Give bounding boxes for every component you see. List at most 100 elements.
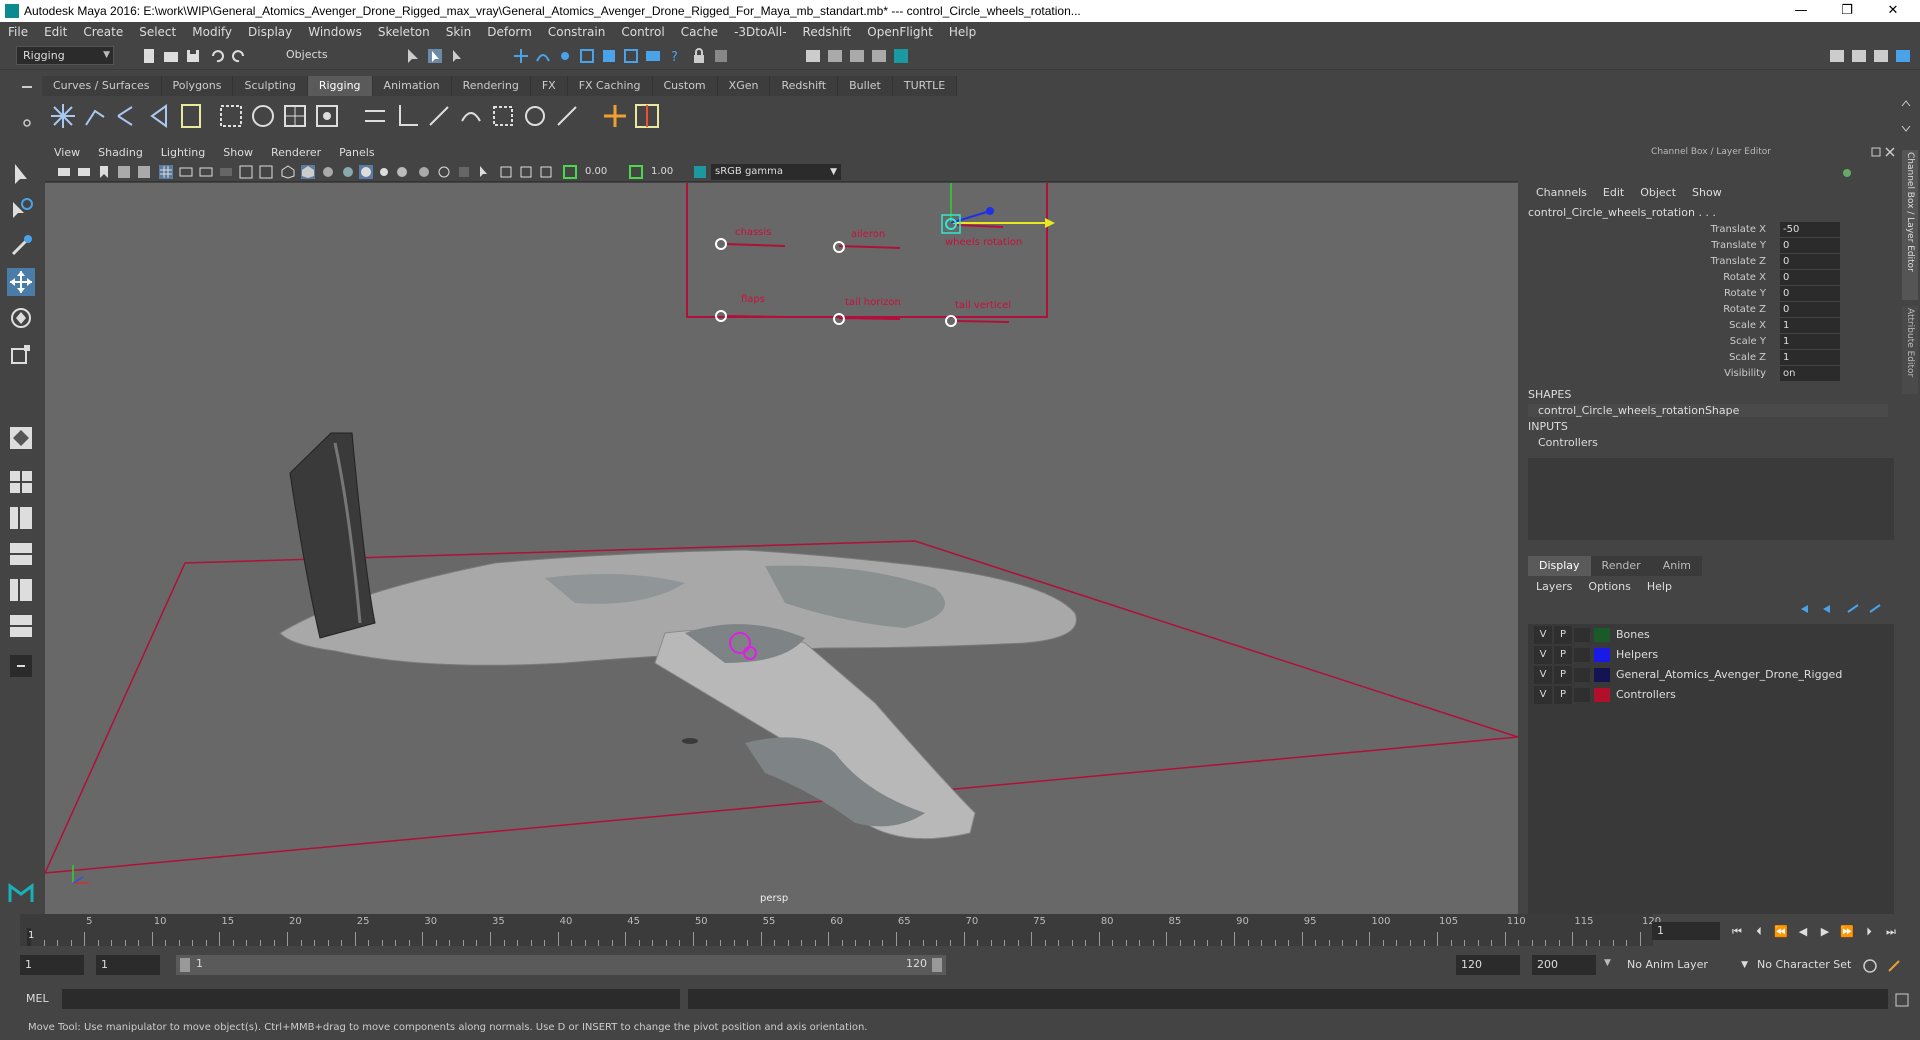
new-layer-selected-icon[interactable] [1868, 602, 1882, 616]
move-layer-down-icon[interactable] [1820, 602, 1834, 616]
step-back-key-icon[interactable]: ⏪ [1772, 924, 1790, 940]
attr-rotate-z[interactable]: Rotate Z 0 [1522, 302, 1892, 318]
current-frame-field[interactable]: 1 [1652, 922, 1720, 940]
shelf-tab-bullet[interactable]: Bullet [838, 76, 893, 96]
exposure-field[interactable]: 0.00 [581, 164, 623, 180]
auto-key-icon[interactable] [1862, 958, 1878, 974]
animation-start-field[interactable]: 1 [20, 955, 84, 975]
redo-icon[interactable] [230, 47, 248, 65]
joint-tool-icon[interactable] [48, 101, 78, 131]
render-frame-icon[interactable] [826, 47, 844, 65]
safe-action-icon[interactable] [259, 165, 273, 179]
layer-type-toggle[interactable] [1574, 628, 1590, 642]
layer-playback-toggle[interactable]: P [1554, 626, 1572, 644]
attr-value[interactable]: 0 [1780, 254, 1840, 269]
attr-scale-z[interactable]: Scale Z 1 [1522, 350, 1892, 366]
persp-trax-icon[interactable] [7, 612, 35, 640]
snap-view-plane-icon[interactable] [600, 47, 618, 65]
paint-weights-icon[interactable] [248, 101, 278, 131]
layer-row-bones[interactable]: V P Bones [1528, 626, 1894, 644]
playback-start-field[interactable]: 1 [96, 955, 160, 975]
layer-visibility-toggle[interactable]: V [1534, 646, 1552, 664]
attr-value[interactable]: -50 [1780, 222, 1840, 237]
menu-openflight[interactable]: OpenFlight [859, 22, 941, 42]
wireframe-icon[interactable] [281, 165, 295, 179]
menu-skeleton[interactable]: Skeleton [370, 22, 438, 42]
shelf-tab-turtle[interactable]: TURTLE [892, 76, 958, 96]
layer-menu-layers[interactable]: Layers [1528, 580, 1580, 593]
shelf-options-icon[interactable] [20, 116, 34, 130]
shelf-tab-redshift[interactable]: Redshift [770, 76, 839, 96]
menu-deform[interactable]: Deform [479, 22, 540, 42]
render-view-icon[interactable] [804, 47, 822, 65]
scale-constraint-icon[interactable] [488, 101, 518, 131]
menu-3dtoall[interactable]: -3DtoAll- [726, 22, 794, 42]
lock-icon[interactable] [690, 47, 708, 65]
shelf-tab-rendering[interactable]: Rendering [451, 76, 531, 96]
go-to-end-icon[interactable]: ⏭ [1882, 924, 1900, 940]
textured-icon[interactable] [341, 165, 355, 179]
go-to-start-icon[interactable]: ⏮ [1728, 924, 1746, 940]
add-influence-icon[interactable] [600, 101, 630, 131]
tail-horizon-control[interactable]: tail horizon [833, 297, 901, 325]
scale-tool-icon[interactable] [7, 340, 35, 368]
character-set-dropdown[interactable]: No Character Set [1752, 955, 1860, 975]
layer-playback-toggle[interactable]: P [1554, 666, 1572, 684]
shelf-tab-curves-surfaces[interactable]: Curves / Surfaces [42, 76, 162, 96]
toggle-tool-settings-icon[interactable] [1872, 47, 1890, 65]
gamma-icon[interactable] [629, 165, 643, 179]
pole-vector-icon[interactable] [552, 101, 582, 131]
manipulator-x-arrow-icon[interactable] [1045, 218, 1055, 228]
menuset-dropdown[interactable]: Rigging ▼ [16, 46, 114, 65]
side-tab-channel-box[interactable]: Channel Box / Layer Editor [1902, 150, 1918, 300]
layer-row-helpers[interactable]: V P Helpers [1528, 646, 1894, 664]
viewport-menu-renderer[interactable]: Renderer [262, 144, 330, 162]
layer-playback-toggle[interactable]: P [1554, 686, 1572, 704]
field-chart-icon[interactable] [239, 165, 253, 179]
menu-help[interactable]: Help [941, 22, 984, 42]
menu-select[interactable]: Select [131, 22, 184, 42]
new-scene-icon[interactable] [140, 47, 158, 65]
manipulator-z-handle[interactable] [986, 207, 994, 215]
layer-visibility-toggle[interactable]: V [1534, 686, 1552, 704]
step-forward-key-icon[interactable]: ⏩ [1838, 924, 1856, 940]
smooth-shade-icon[interactable] [301, 165, 315, 179]
layer-menu-options[interactable]: Options [1580, 580, 1638, 593]
backface-culling-icon[interactable] [539, 165, 553, 179]
perspective-viewport[interactable]: chassis aileron wheels rotation flaps ta… [45, 183, 1518, 914]
layer-type-toggle[interactable] [1574, 648, 1590, 662]
color-management-icon[interactable] [693, 165, 707, 179]
toggle-attribute-editor-icon[interactable] [1850, 47, 1868, 65]
menu-cache[interactable]: Cache [673, 22, 726, 42]
shelf-tab-sculpting[interactable]: Sculpting [233, 76, 308, 96]
playback-end-field[interactable]: 120 [1456, 955, 1520, 975]
snap-point-icon[interactable] [556, 47, 574, 65]
snap-grid-icon[interactable] [512, 47, 530, 65]
viewport-menu-lighting[interactable]: Lighting [152, 144, 214, 162]
menu-constrain[interactable]: Constrain [540, 22, 614, 42]
gamma-field[interactable]: 1.00 [647, 164, 689, 180]
play-backwards-icon[interactable]: ◀ [1794, 924, 1812, 940]
drone-vertical-tail[interactable] [289, 432, 376, 639]
layer-type-toggle[interactable] [1574, 668, 1590, 682]
help-query-icon[interactable]: ? [666, 47, 684, 65]
persp-outliner-icon[interactable] [7, 504, 35, 532]
step-back-frame-icon[interactable]: ⏴ [1750, 924, 1768, 940]
new-layer-icon[interactable] [1846, 602, 1860, 616]
menu-skin[interactable]: Skin [438, 22, 480, 42]
move-tool-icon[interactable] [7, 268, 35, 296]
point-constraint-icon[interactable] [392, 101, 422, 131]
open-scene-icon[interactable] [162, 47, 180, 65]
layer-row-drone[interactable]: V P General_Atomics_Avenger_Drone_Rigged [1528, 666, 1894, 684]
colorspace-dropdown[interactable]: sRGB gamma ▼ [711, 164, 841, 180]
play-forwards-icon[interactable]: ▶ [1816, 924, 1834, 940]
select-hierarchy-icon[interactable] [404, 47, 422, 65]
paint-select-tool-icon[interactable] [7, 232, 35, 260]
shelf-tab-xgen[interactable]: XGen [717, 76, 771, 96]
orient-constraint-icon[interactable] [456, 101, 486, 131]
layer-row-controllers[interactable]: V P Controllers [1528, 686, 1894, 704]
attr-value[interactable]: 0 [1780, 302, 1840, 317]
menu-redshift[interactable]: Redshift [795, 22, 860, 42]
attr-translate-x[interactable]: Translate X -50 [1522, 222, 1892, 238]
resolution-gate-icon[interactable] [199, 165, 213, 179]
